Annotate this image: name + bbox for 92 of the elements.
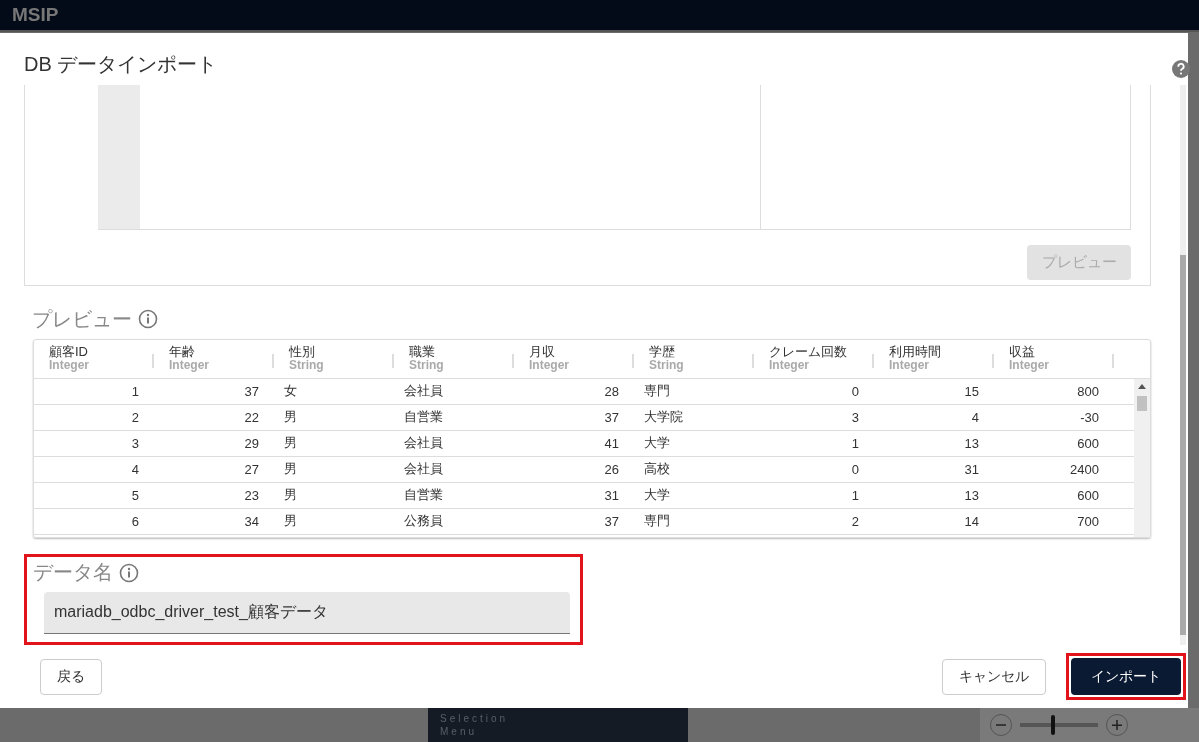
table-cell: -30 <box>1080 409 1099 425</box>
table-cell: 6 <box>131 513 139 529</box>
column-type: Integer <box>49 358 90 372</box>
table-cell: 会社員 <box>404 460 443 479</box>
table-cell: 13 <box>964 487 979 503</box>
table-cell: 600 <box>1077 487 1099 503</box>
table-cell: 14 <box>964 513 979 529</box>
cancel-button[interactable]: キャンセル <box>942 658 1046 695</box>
data-name-field[interactable]: mariadb_odbc_driver_test_顧客データ <box>44 592 570 634</box>
table-cell: 男 <box>284 460 297 479</box>
column-type: Integer <box>1009 358 1050 372</box>
app-title: MSIP <box>12 4 59 26</box>
column-header: クレーム回数 <box>769 343 848 359</box>
table-cell: 22 <box>244 409 259 425</box>
scrollbar[interactable] <box>1134 378 1150 537</box>
scroll-thumb[interactable] <box>1137 395 1147 411</box>
import-button[interactable]: インポート <box>1071 658 1181 695</box>
column-type: Integer <box>169 358 210 372</box>
table-cell: 3 <box>851 409 859 425</box>
dialog-title: DB データインポート <box>24 52 218 77</box>
table-cell: 専門 <box>644 512 670 531</box>
column-header: 学歴 <box>649 343 676 359</box>
table-cell: 37 <box>244 383 259 399</box>
column-type: Integer <box>529 358 570 372</box>
scroll-up-icon[interactable] <box>1138 383 1146 389</box>
column-type: String <box>409 358 445 372</box>
table-cell: 高校 <box>644 460 670 479</box>
table-cell: 大学 <box>644 486 670 505</box>
column-type: Integer <box>769 358 810 372</box>
help-icon[interactable] <box>1172 60 1190 78</box>
info-icon[interactable] <box>138 309 158 330</box>
table-cell: 男 <box>284 512 297 531</box>
column-header: 月収 <box>529 343 556 359</box>
table-cell: 男 <box>284 434 297 453</box>
table-cell: 自営業 <box>404 408 443 427</box>
table-cell: 男 <box>284 408 297 427</box>
table-cell: 男 <box>284 486 297 505</box>
table-cell: 2400 <box>1070 461 1099 477</box>
table-cell: 31 <box>604 487 619 503</box>
table-cell: 700 <box>1077 513 1099 529</box>
table-cell: 会社員 <box>404 382 443 401</box>
scrollbar[interactable] <box>1180 85 1186 645</box>
table-cell: 31 <box>964 461 979 477</box>
info-icon[interactable] <box>119 562 139 583</box>
column-header: 職業 <box>409 343 436 359</box>
table-cell: 800 <box>1077 383 1099 399</box>
table-cell: 28 <box>604 383 619 399</box>
table-cell: 23 <box>244 487 259 503</box>
table-cell: 1 <box>851 487 859 503</box>
table-cell: 4 <box>131 461 139 477</box>
table-cell: 37 <box>604 513 619 529</box>
column-header: 収益 <box>1009 343 1036 359</box>
table-cell: 専門 <box>644 382 670 401</box>
table-cell: 600 <box>1077 435 1099 451</box>
table-cell: 4 <box>971 409 979 425</box>
menu-label: Selection Menu <box>440 712 510 738</box>
table-cell: 自営業 <box>404 486 443 505</box>
table-cell: 29 <box>244 435 259 451</box>
table-cell: 大学院 <box>644 408 683 427</box>
table-cell: 会社員 <box>404 434 443 453</box>
column-type: String <box>289 358 325 372</box>
column-header: 顧客ID <box>49 343 89 359</box>
minus-icon <box>996 724 1006 726</box>
column-type: Integer <box>889 358 929 372</box>
column-header: 性別 <box>289 343 316 359</box>
table-cell: 15 <box>964 383 979 399</box>
table-cell: 5 <box>131 487 139 503</box>
table-cell: 2 <box>131 409 139 425</box>
table-cell: 26 <box>604 461 619 477</box>
section-label: プレビュー <box>32 306 132 332</box>
scroll-thumb[interactable] <box>1180 255 1186 635</box>
column-header: 利用時間 <box>889 343 942 359</box>
table-cell: 34 <box>244 513 259 529</box>
column-type: String <box>649 358 685 372</box>
plus-icon <box>1112 720 1122 730</box>
table-cell: 0 <box>851 383 859 399</box>
table-cell: 公務員 <box>404 512 443 531</box>
table-cell: 大学 <box>644 434 670 453</box>
column-header: 年齢 <box>169 343 196 359</box>
table-cell: 1 <box>851 435 859 451</box>
table-cell: 女 <box>284 382 297 401</box>
table-cell: 0 <box>851 461 859 477</box>
table-cell: 41 <box>604 435 619 451</box>
table-cell: 27 <box>244 461 259 477</box>
table-cell: 13 <box>964 435 979 451</box>
zoom-slider-thumb[interactable] <box>1051 715 1056 735</box>
field-label: データ名 <box>33 560 113 585</box>
table-cell: 3 <box>131 435 139 451</box>
table-cell: 37 <box>604 409 619 425</box>
table-cell: 1 <box>131 383 139 399</box>
table-cell: 2 <box>851 513 859 529</box>
back-button[interactable]: 戻る <box>40 658 102 695</box>
